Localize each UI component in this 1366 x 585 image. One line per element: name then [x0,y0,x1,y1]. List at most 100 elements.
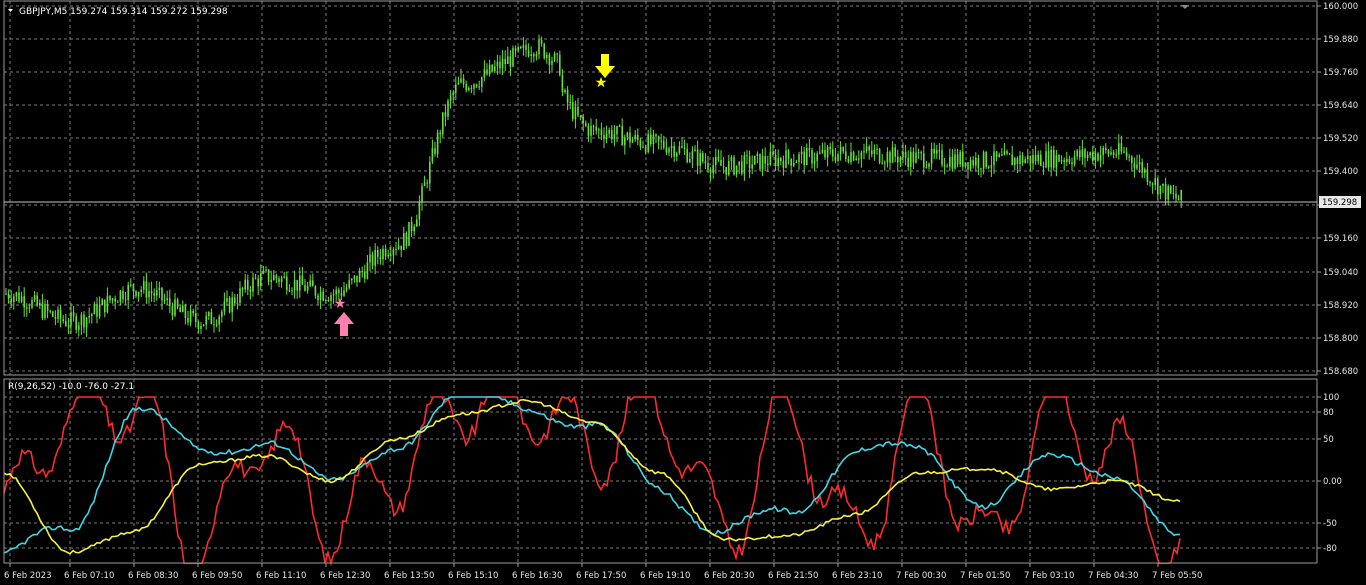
candle-body [379,256,382,260]
candle-body [798,154,800,162]
oscillator-tick-label: -50 [1323,519,1337,529]
candle-body [499,61,501,69]
candle-body [1073,156,1076,165]
candle-body [540,39,543,44]
candle-body [195,313,197,322]
candle-body [65,321,67,326]
candle-body [912,151,915,163]
candle-body [88,316,90,318]
candle-body [785,150,787,168]
candle-body [998,154,1000,157]
candle-body [860,152,863,159]
symbol-dropdown-icon[interactable] [8,9,13,12]
candle-body [748,156,751,169]
candle-body [132,284,135,291]
time-tick-label: 6 Feb 17:50 [576,571,626,581]
candle-body [148,291,150,298]
candle-body [93,304,96,315]
time-tick-label: 6 Feb 12:30 [320,571,370,581]
candle-body [795,161,798,163]
buy-signal[interactable]: ★ [334,296,354,336]
candle-body [1086,155,1089,158]
candle-body [977,158,980,169]
candle-body [156,290,158,296]
candle-body [150,291,153,294]
candle-body [457,82,460,85]
candle-body [348,280,350,288]
candle-body [756,153,759,156]
candle-body [31,299,33,308]
candle-body [930,148,933,164]
candle-body [728,161,730,175]
candle-body [644,146,647,152]
candle-body [377,249,379,257]
oscillator-tick-label: 0.00 [1323,477,1342,487]
candle-body [800,151,803,155]
candle-body [704,161,707,164]
candle-body [403,233,405,250]
candle-body [813,160,816,164]
candle-body [20,296,23,302]
candle-body [72,312,75,317]
candle-body [1016,158,1019,164]
candle-body [517,47,519,51]
candle-body [925,167,928,169]
candle-body [1172,193,1175,195]
pink-up-arrow-icon [334,312,354,336]
candle-body [730,157,733,162]
candle-body [652,134,655,145]
candle-body [371,254,374,266]
candle-body [137,291,140,297]
candle-body [161,287,163,301]
chart-shift-icon[interactable] [1181,5,1189,9]
candle-body [657,136,660,141]
candle-body [829,146,831,150]
candle-body [522,45,525,48]
candle-body [858,158,860,160]
candle-body [865,146,868,152]
candle-body [673,146,675,157]
candle-body [790,158,792,166]
candle-body [777,157,779,166]
candle-body [527,50,530,57]
candle-body [964,162,967,167]
candle-body [504,58,506,64]
candle-body [897,156,899,163]
candle-body [910,151,912,167]
candle-body [59,309,62,320]
candle-body [975,158,977,166]
candle-body [1112,152,1115,155]
candle-body [36,295,38,306]
oscillator-tick-label: 80 [1323,408,1334,418]
time-axis: 6 Feb 2023 6 Feb 07:10 6 Feb 08:30 6 Feb 09… [4,563,1202,581]
candle-body [442,112,444,135]
candle-body [863,151,865,153]
candle-body [637,134,639,140]
candle-body [5,293,7,295]
time-tick-label: 6 Feb 07:10 [64,571,114,581]
candle-body [943,164,946,167]
candle-body [746,155,748,157]
chart-canvas[interactable]: 160.000 159.880 159.760 159.640 159.520 159.4… [0,0,1366,585]
candle-body [681,146,683,148]
time-tick-label: 6 Feb 11:10 [256,571,306,581]
candle-body [751,164,753,169]
candle-body [244,279,246,290]
candle-body [114,298,116,302]
candle-body [254,277,257,279]
chart-headers: GBPJPY,M5 159.274 159.314 159.272 159.29… [8,5,1189,392]
candle-body [475,84,478,87]
candle-body [915,152,917,163]
candle-body [1021,155,1024,163]
candle-body [782,161,785,168]
time-tick-label: 6 Feb 09:50 [192,571,242,581]
candle-body [761,156,764,170]
candle-body [1170,186,1172,194]
candle-body [486,69,488,75]
candle-body [717,156,720,160]
candle-body [933,148,935,154]
candle-body [218,316,220,325]
candle-body [1008,153,1011,155]
candle-body [969,160,972,170]
candle-body [260,273,262,287]
